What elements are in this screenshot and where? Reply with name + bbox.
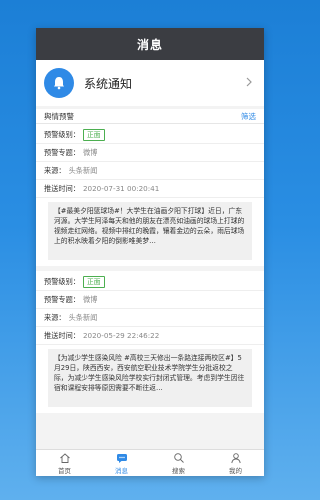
alert-topic-label: 预警专题： [44,294,80,304]
alert-source-value: 头条新闻 [68,312,98,322]
tab-home-label: 首页 [58,466,71,475]
search-icon [173,452,184,463]
home-icon [59,452,70,463]
alert-time-row: 推送时间： 2020-07-31 00:20:41 [36,180,264,198]
tab-messages[interactable]: 消息 [93,450,150,476]
alert-time-row: 推送时间： 2020-05-29 22:46:22 [36,327,264,345]
tab-messages-label: 消息 [115,466,128,475]
alert-topic-value: 微博 [82,147,98,157]
alert-source-row: 来源： 头条新闻 [36,309,264,327]
content-area: 系统通知 舆情预警 筛选 预警级别： 正面 预警专题： 微博 来源： 头条新闻 [36,60,264,450]
tab-profile[interactable]: 我的 [207,450,264,476]
alert-source-row: 来源： 头条新闻 [36,162,264,180]
page-title: 消息 [136,37,163,52]
alert-source-label: 来源： [44,165,66,175]
alert-level-row: 预警级别： 正面 [36,126,264,144]
alert-level-badge: 正面 [82,128,105,141]
alert-topic-value: 微博 [82,294,98,304]
tab-search[interactable]: 搜索 [150,450,207,476]
alert-topic-row: 预警专题： 微博 [36,144,264,162]
bottom-tab-bar: 首页 消息 搜索 我的 [36,449,264,476]
section-header: 舆情预警 筛选 [36,109,264,124]
alert-excerpt: 【#最美夕阳篮球场#！大学生在油画夕阳下打球】近日，广东河源。大学生阿泽每天和他… [48,202,252,260]
alert-level-badge: 正面 [82,275,105,288]
alert-time-label: 推送时间： [44,330,80,340]
message-icon [116,453,127,463]
alert-card[interactable]: 预警级别： 正面 预警专题： 微博 来源： 头条新闻 推送时间： 2020-07… [36,124,264,266]
alert-topic-row: 预警专题： 微博 [36,291,264,309]
system-notification-item[interactable]: 系统通知 [36,60,264,106]
filter-button[interactable]: 筛选 [241,111,256,122]
alert-excerpt: 【为减少学生感染风险 #高校三天修出一条路连接两校区#】5月29日，陕西西安，西… [48,349,252,407]
alert-card[interactable]: 预警级别： 正面 预警专题： 微博 来源： 头条新闻 推送时间： 2020-05… [36,271,264,413]
system-notification-label: 系统通知 [84,76,133,91]
alert-level-label: 预警级别： [44,129,80,139]
tab-search-label: 搜索 [172,466,185,475]
user-icon [230,452,241,463]
alert-topic-label: 预警专题： [44,147,80,157]
section-title: 舆情预警 [44,111,74,121]
alert-time-value: 2020-05-29 22:46:22 [82,331,160,340]
page-title-bar: 消息 [36,28,264,60]
alert-level-label: 预警级别： [44,276,80,286]
app-screen: 消息 系统通知 舆情预警 筛选 预警级别： 正面 预警专题： 微博 来源： 头条… [36,28,264,476]
bell-icon [44,68,74,98]
tab-profile-label: 我的 [229,466,242,475]
alert-source-label: 来源： [44,312,66,322]
alert-time-value: 2020-07-31 00:20:41 [82,184,160,193]
alert-source-value: 头条新闻 [68,165,98,175]
alert-level-row: 预警级别： 正面 [36,273,264,291]
tab-home[interactable]: 首页 [36,450,93,476]
alert-time-label: 推送时间： [44,183,80,193]
chevron-right-icon [246,77,252,87]
